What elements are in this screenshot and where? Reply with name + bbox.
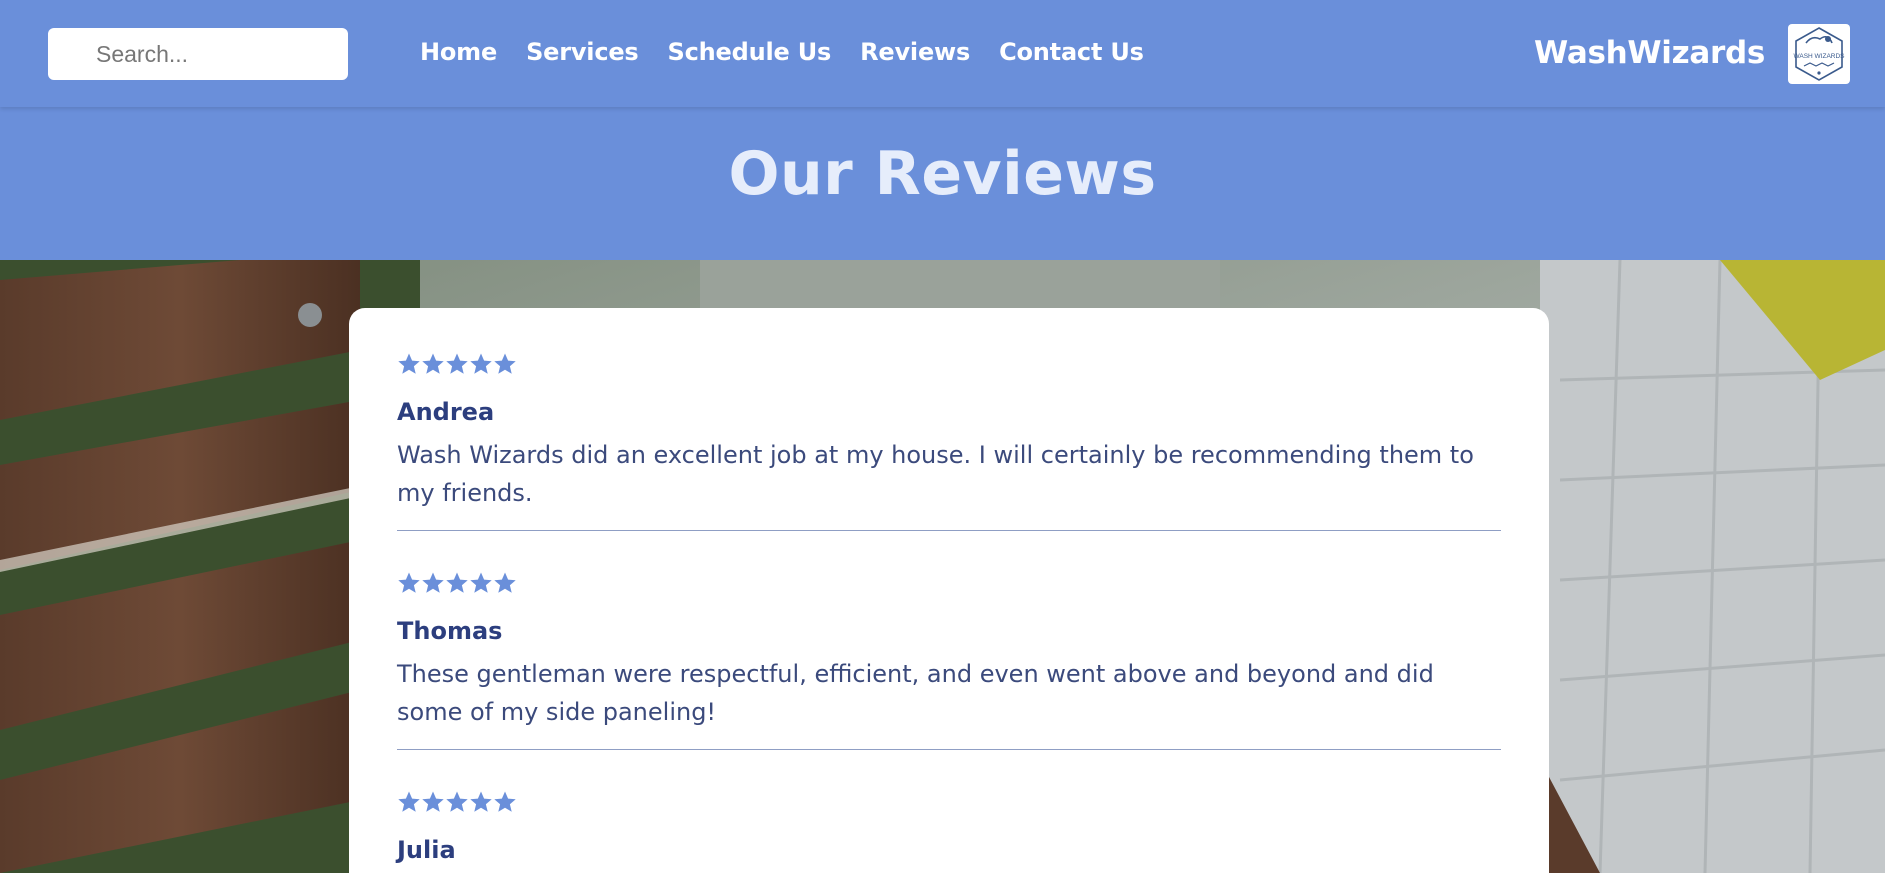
reviewer-name: Thomas <box>397 617 503 645</box>
star-icon <box>421 352 445 376</box>
review-text: Wash Wizards did an excellent job at my … <box>397 441 1474 507</box>
star-icon <box>493 790 517 814</box>
star-icon <box>445 352 469 376</box>
star-icon <box>445 571 469 595</box>
review-item: Andrea Wash Wizards did an excellent job… <box>397 352 1501 531</box>
brand-name[interactable]: WashWizards <box>1534 35 1765 71</box>
star-icon <box>421 571 445 595</box>
page-title: Our Reviews <box>728 139 1157 209</box>
star-rating <box>397 352 1501 376</box>
star-rating <box>397 790 1501 814</box>
nav-link-home[interactable]: Home <box>420 38 497 66</box>
reviewer-name: Julia <box>397 836 456 864</box>
star-icon <box>445 790 469 814</box>
star-icon <box>469 571 493 595</box>
page-hero: Our Reviews <box>0 107 1885 260</box>
wash-wizards-logo-icon: WASH WIZARDS <box>1793 27 1845 81</box>
review-text: These gentleman were respectful, efficie… <box>397 660 1434 726</box>
reviews-card: Andrea Wash Wizards did an excellent job… <box>349 308 1549 873</box>
search-input[interactable] <box>48 28 348 80</box>
nav-link-reviews[interactable]: Reviews <box>860 38 970 66</box>
star-icon <box>469 352 493 376</box>
main-nav: Home Services Schedule Us Reviews Contac… <box>420 38 1173 66</box>
star-rating <box>397 571 1501 595</box>
review-item: Julia <box>397 790 1501 873</box>
star-icon <box>493 571 517 595</box>
star-icon <box>397 352 421 376</box>
nav-link-schedule-us[interactable]: Schedule Us <box>668 38 832 66</box>
reviewer-name: Andrea <box>397 398 495 426</box>
star-icon <box>421 790 445 814</box>
logo-text: WASH WIZARDS <box>1793 53 1845 60</box>
top-navbar: Home Services Schedule Us Reviews Contac… <box>0 0 1885 107</box>
star-icon <box>397 571 421 595</box>
star-icon <box>397 790 421 814</box>
brand-logo[interactable]: WASH WIZARDS <box>1788 24 1850 84</box>
review-item: Thomas These gentleman were respectful, … <box>397 571 1501 750</box>
nav-link-services[interactable]: Services <box>526 38 639 66</box>
star-icon <box>469 790 493 814</box>
nav-link-contact-us[interactable]: Contact Us <box>999 38 1144 66</box>
star-icon <box>493 352 517 376</box>
